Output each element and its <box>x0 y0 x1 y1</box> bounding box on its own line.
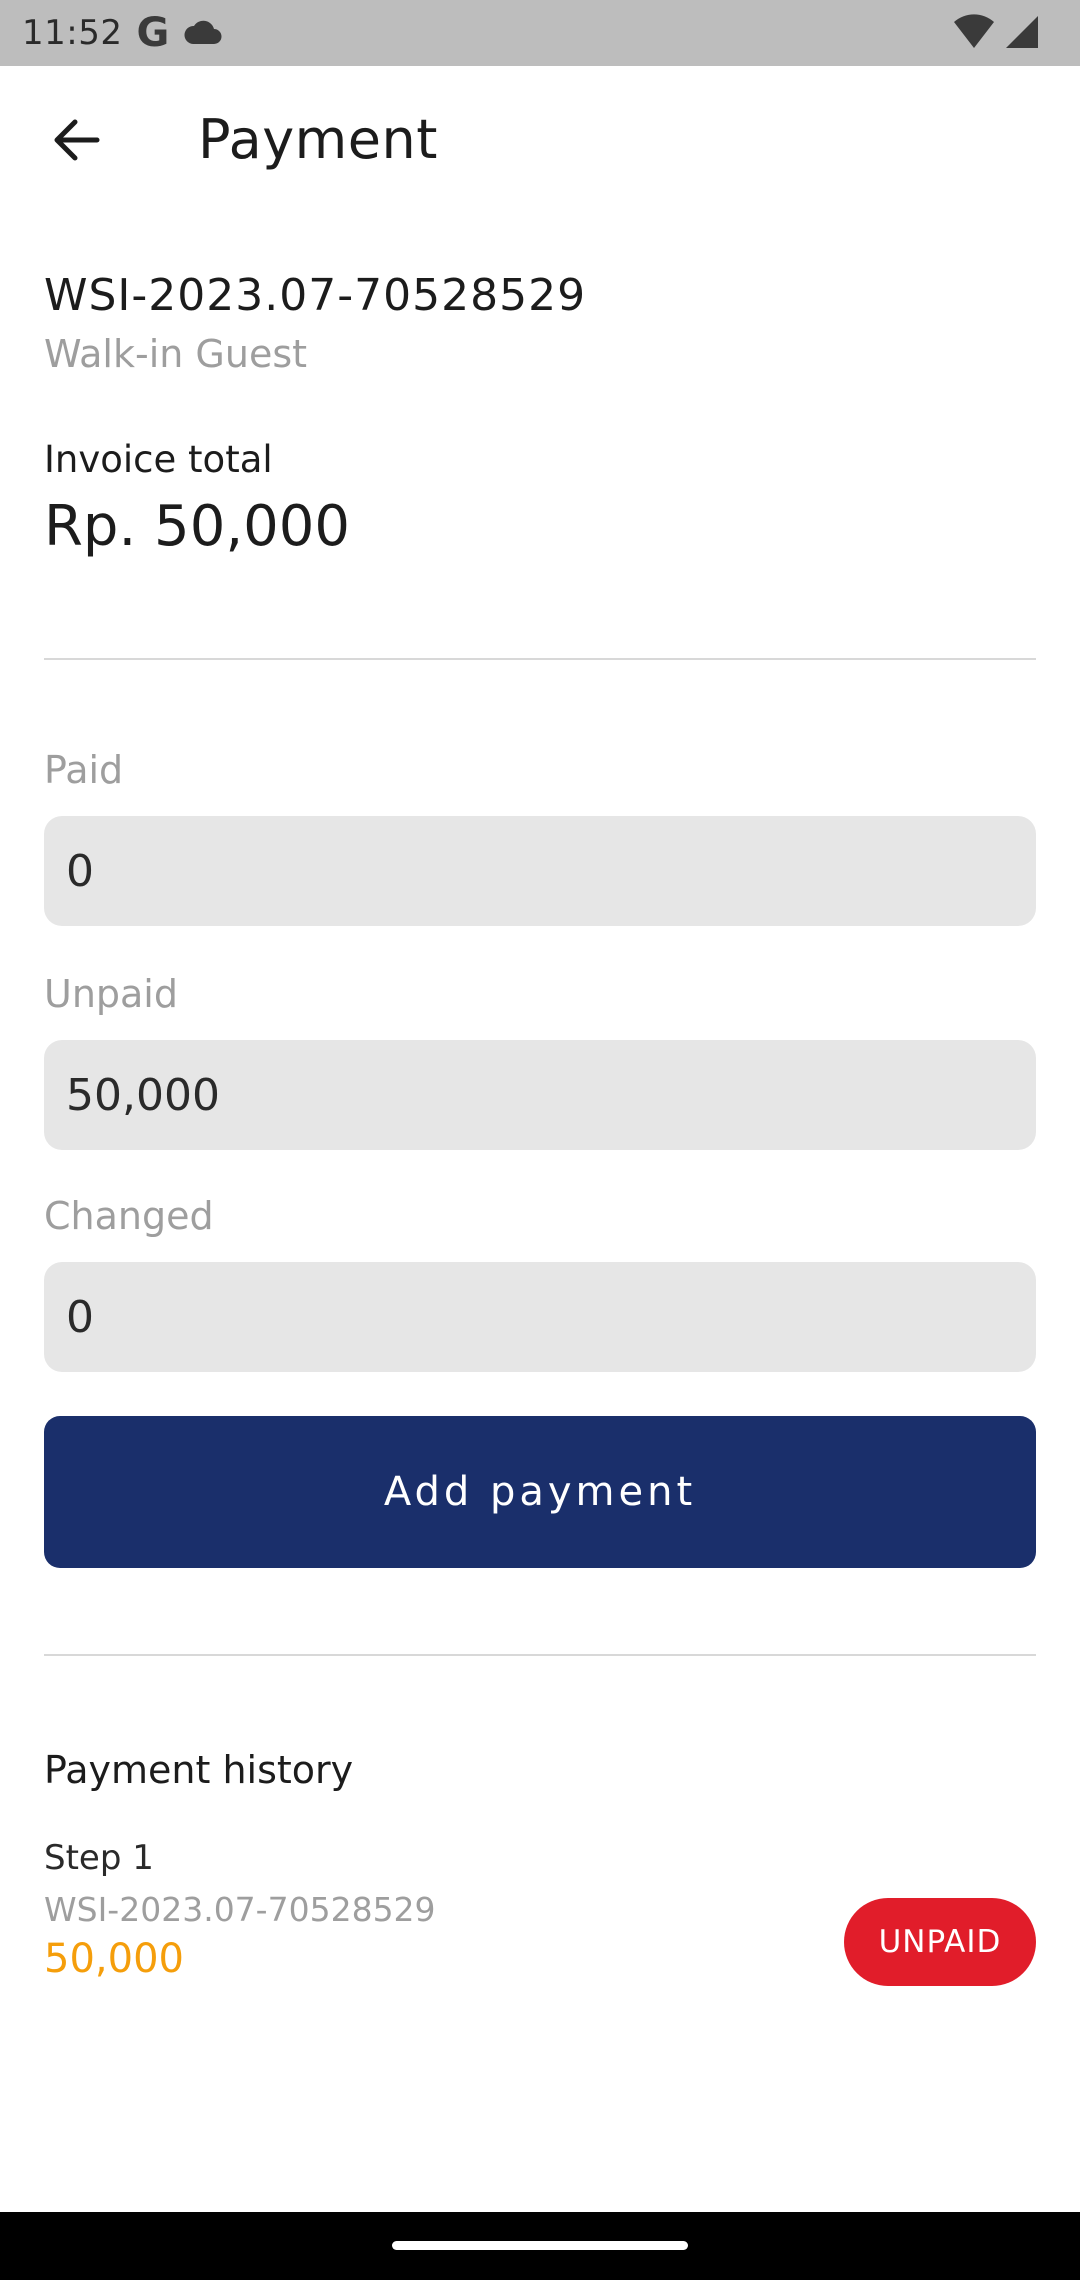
home-gesture-handle[interactable] <box>392 2241 688 2250</box>
signal-icon <box>1004 14 1040 54</box>
divider <box>44 658 1036 660</box>
status-bar: 11:52 G <box>0 0 1080 66</box>
wifi-icon <box>954 14 994 54</box>
add-payment-button[interactable]: Add payment <box>44 1416 1036 1568</box>
paid-label: Paid <box>44 748 124 792</box>
invoice-total-label: Invoice total <box>44 438 273 481</box>
back-button[interactable] <box>44 116 108 168</box>
guest-name: Walk-in Guest <box>44 332 308 376</box>
paid-field[interactable]: 0 <box>44 816 1036 926</box>
step-label: Step 1 <box>44 1838 154 1878</box>
cloud-icon <box>183 20 223 46</box>
payment-history-item[interactable]: Step 1 WSI-2023.07-70528529 50,000 UNPAI… <box>44 1838 1036 2008</box>
google-icon: G <box>136 10 170 56</box>
changed-label: Changed <box>44 1194 214 1238</box>
arrow-back-icon <box>51 118 101 166</box>
unpaid-label: Unpaid <box>44 972 178 1016</box>
system-nav-bar <box>0 2212 1080 2280</box>
invoice-total-value: Rp. 50,000 <box>44 494 351 559</box>
status-badge: UNPAID <box>844 1898 1036 1986</box>
payment-history-title: Payment history <box>44 1748 354 1792</box>
step-amount: 50,000 <box>44 1936 184 1982</box>
step-invoice-number: WSI-2023.07-70528529 <box>44 1890 436 1929</box>
status-time: 11:52 <box>22 13 123 53</box>
app-bar: Payment <box>0 66 1080 218</box>
unpaid-field[interactable]: 50,000 <box>44 1040 1036 1150</box>
changed-field[interactable]: 0 <box>44 1262 1036 1372</box>
invoice-number: WSI-2023.07-70528529 <box>44 270 587 321</box>
page-title: Payment <box>198 108 438 171</box>
divider <box>44 1654 1036 1656</box>
